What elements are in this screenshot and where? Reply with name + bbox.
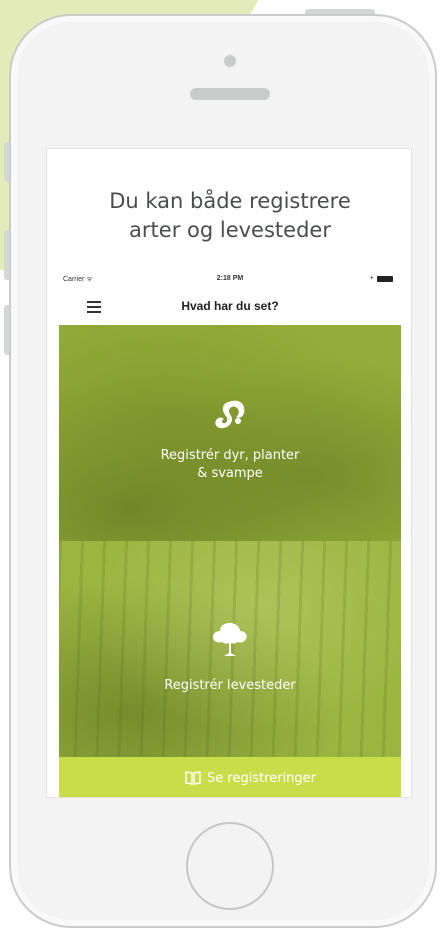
view-registrations-label: Se registreringer xyxy=(207,771,317,786)
headline-line-2: arter og levesteder xyxy=(129,218,331,242)
stage: Du kan både registrere arter og levested… xyxy=(0,0,441,934)
signal-icon: • xyxy=(370,275,373,282)
register-species-line-1: Registrér dyr, planter xyxy=(160,448,300,463)
nav-title: Hvad har du set? xyxy=(181,299,279,313)
book-icon xyxy=(185,771,201,785)
squirrel-icon xyxy=(215,400,245,429)
register-species-line-2: & svampe xyxy=(197,466,263,481)
register-habitats-tile[interactable]: Registrér levesteder xyxy=(59,541,401,757)
earpiece-speaker xyxy=(190,88,270,100)
tree-icon xyxy=(212,623,247,656)
phone-screen: Du kan både registrere arter og levested… xyxy=(46,148,412,798)
headline-line-1: Du kan både registrere xyxy=(109,189,351,213)
app-screenshot: Carrier ᯤ 2:18 PM • Hvad har du set? Reg… xyxy=(59,269,401,797)
headline: Du kan både registrere arter og levested… xyxy=(47,187,411,245)
front-camera xyxy=(224,55,236,67)
register-habitats-line-1: Registrér levesteder xyxy=(164,678,296,693)
home-button[interactable] xyxy=(186,822,274,910)
register-species-tile[interactable]: Registrér dyr, planter & svampe xyxy=(59,325,401,541)
register-species-label: Registrér dyr, planter & svampe xyxy=(59,447,401,483)
status-bar: Carrier ᯤ 2:18 PM • xyxy=(59,269,401,287)
view-registrations-button[interactable]: Se registreringer xyxy=(59,757,401,797)
navigation-bar: Hvad har du set? xyxy=(59,289,401,325)
status-time: 2:18 PM xyxy=(216,275,244,282)
register-habitats-label: Registrér levesteder xyxy=(59,677,401,695)
battery-icon xyxy=(377,276,393,282)
